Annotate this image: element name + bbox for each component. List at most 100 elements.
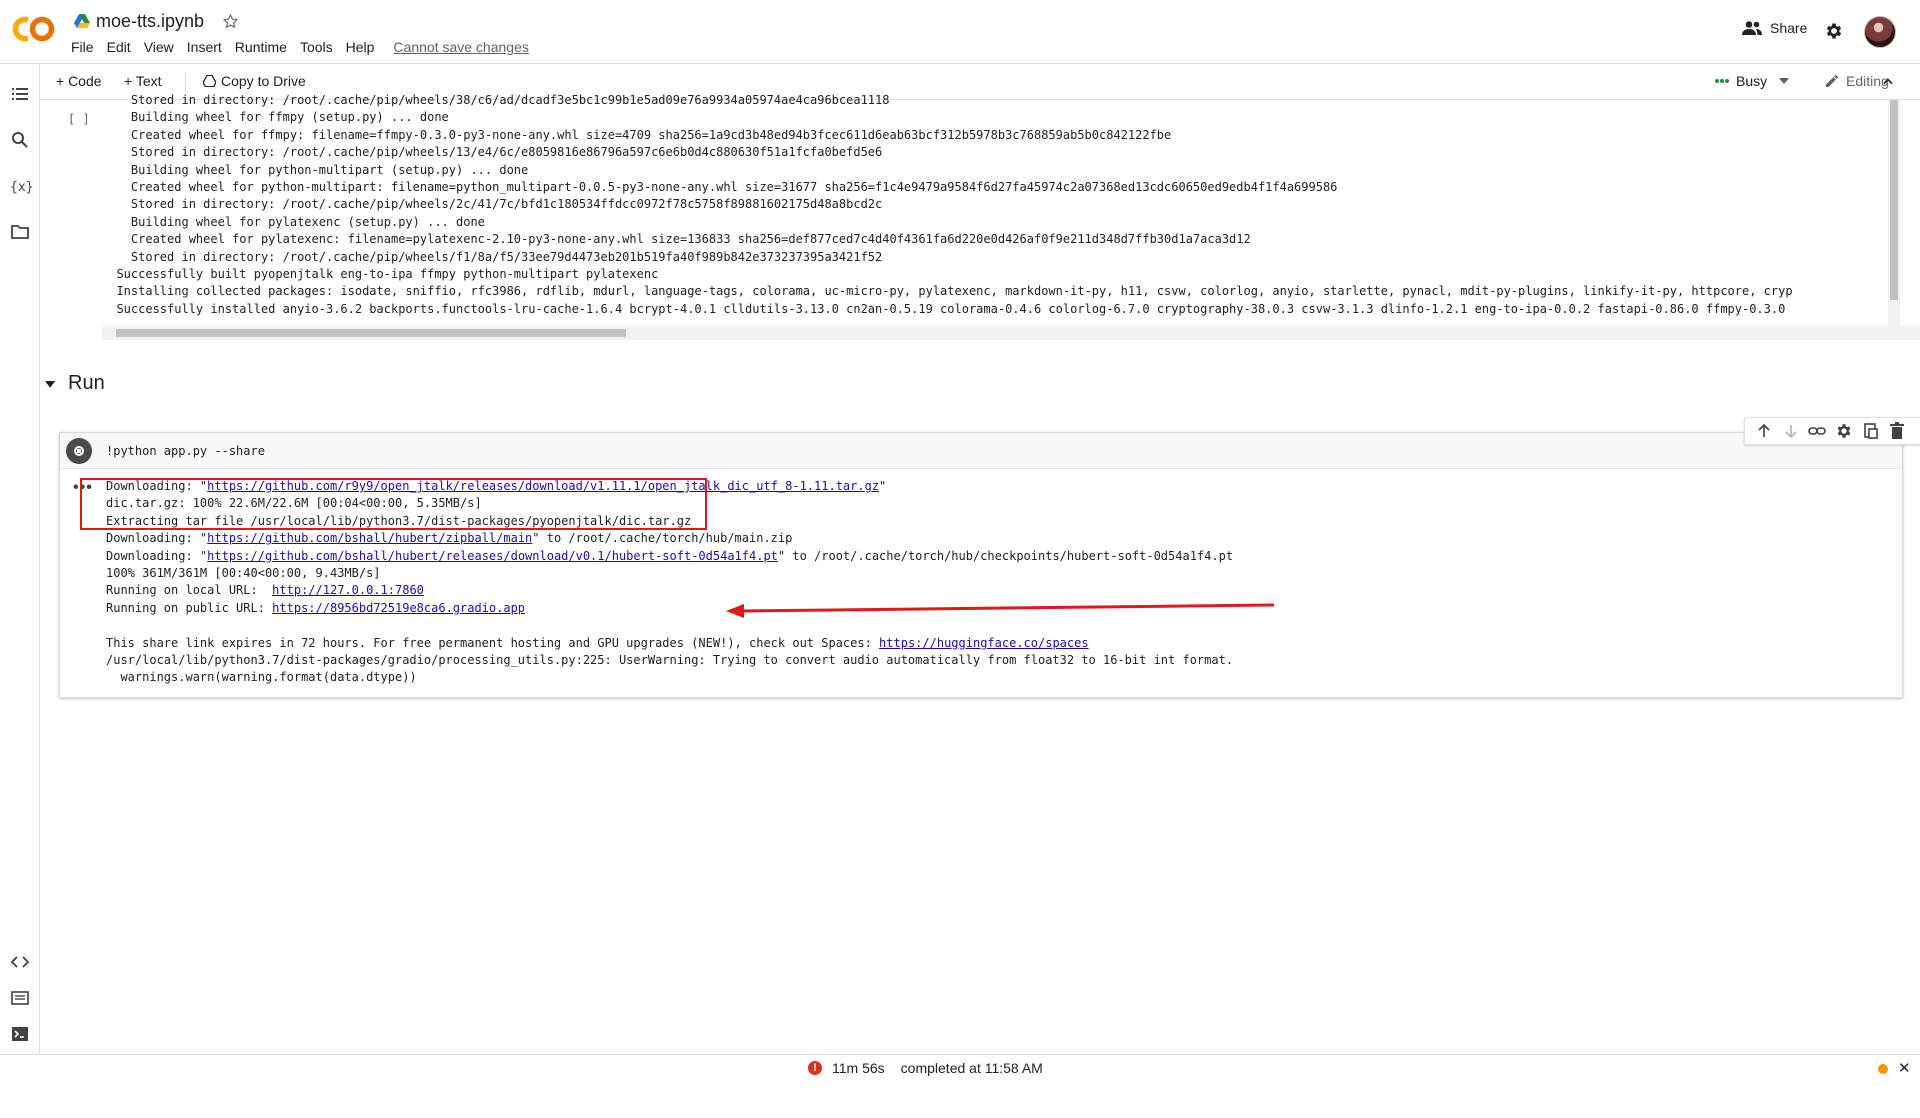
menu-tools[interactable]: Tools bbox=[300, 39, 333, 55]
move-up-icon[interactable] bbox=[1755, 422, 1773, 440]
header-bar: moe-tts.ipynb File Edit View Insert Runt… bbox=[0, 0, 1920, 64]
download-link[interactable]: https://github.com/bshall/hubert/release… bbox=[207, 549, 778, 563]
settings-gear-icon[interactable] bbox=[1824, 21, 1844, 41]
toolbar-divider bbox=[185, 72, 186, 92]
busy-dots-icon bbox=[1714, 78, 1730, 84]
output-line: Created wheel for ffmpy: filename=ffmpy-… bbox=[102, 127, 1172, 142]
menu-file[interactable]: File bbox=[71, 39, 94, 55]
scrollbar-thumb[interactable] bbox=[116, 329, 626, 337]
caret-down-icon bbox=[1779, 78, 1790, 84]
cannot-save-link[interactable]: Cannot save changes bbox=[393, 39, 528, 55]
section-header[interactable]: Run bbox=[44, 372, 105, 395]
link-icon[interactable] bbox=[1808, 422, 1827, 440]
output-line: Building wheel for pylatexenc (setup.py)… bbox=[102, 214, 485, 229]
local-url-link[interactable]: http://127.0.0.1:7860 bbox=[272, 583, 424, 597]
runtime-status-button[interactable]: Busy bbox=[1714, 73, 1790, 89]
output-line: Downloading: "https://github.com/bshall/… bbox=[106, 531, 793, 546]
status-bar: ! 11m 56s completed at 11:58 AM ✕ bbox=[0, 1054, 1920, 1080]
output-line: This share link expires in 72 hours. For… bbox=[106, 635, 1089, 650]
busy-label: Busy bbox=[1736, 73, 1768, 89]
menu-view[interactable]: View bbox=[144, 39, 174, 55]
command-palette-icon[interactable] bbox=[10, 988, 30, 1008]
left-sidebar: {x} bbox=[0, 64, 40, 1054]
notebook-title[interactable]: moe-tts.ipynb bbox=[96, 11, 204, 32]
execution-status[interactable]: ! 11m 56s completed at 11:58 AM bbox=[808, 1060, 1043, 1076]
output-line: Successfully built pyopenjtalk eng-to-ip… bbox=[102, 267, 659, 282]
delete-icon[interactable] bbox=[1888, 422, 1906, 440]
annotation-arrow-icon bbox=[726, 598, 1286, 618]
output-line: Installing collected packages: isodate, … bbox=[102, 284, 1793, 299]
cell-toolbar bbox=[1744, 417, 1920, 445]
notebook-area: [ ] Stored in directory: /root/.cache/pi… bbox=[40, 93, 1920, 1054]
menu-insert[interactable]: Insert bbox=[187, 39, 222, 55]
output-line: Downloading: "https://github.com/bshall/… bbox=[106, 548, 1234, 563]
output-line: Building wheel for python-multipart (set… bbox=[102, 162, 529, 177]
output-line: Stored in directory: /root/.cache/pip/wh… bbox=[102, 197, 883, 212]
folder-icon[interactable] bbox=[10, 222, 30, 242]
scrollbar-thumb[interactable] bbox=[1890, 100, 1898, 300]
drive-icon bbox=[74, 14, 90, 28]
output-line: Stored in directory: /root/.cache/pip/wh… bbox=[102, 93, 890, 107]
table-of-contents-icon[interactable] bbox=[10, 84, 30, 104]
move-down-icon[interactable] bbox=[1782, 422, 1800, 440]
user-avatar[interactable] bbox=[1864, 16, 1896, 48]
elapsed-time: 11m 56s bbox=[832, 1060, 885, 1076]
spaces-link[interactable]: https://huggingface.co/spaces bbox=[879, 636, 1089, 650]
download-link[interactable]: https://github.com/bshall/hubert/zipball… bbox=[207, 531, 532, 545]
add-text-label: + Text bbox=[124, 73, 162, 89]
cell-input[interactable]: !python app.py --share bbox=[60, 433, 1902, 469]
stop-execution-button[interactable] bbox=[66, 438, 92, 464]
public-url-link[interactable]: https://8956bd72519e8ca6.gradio.app bbox=[272, 601, 525, 615]
mirror-cell-icon[interactable] bbox=[1862, 422, 1880, 440]
completed-time: completed at 11:58 AM bbox=[900, 1060, 1043, 1076]
url-highlight-box bbox=[80, 478, 707, 530]
output-line: warnings.warn(warning.format(data.dtype)… bbox=[106, 670, 417, 685]
drive-outline-icon bbox=[203, 75, 216, 87]
error-icon: ! bbox=[808, 1061, 822, 1075]
output-horizontal-scrollbar[interactable] bbox=[102, 326, 1920, 340]
chevron-up-icon bbox=[1878, 72, 1898, 92]
output-line: 100% 361M/361M [00:40<00:00, 9.43MB/s] bbox=[106, 566, 381, 581]
output-line: Building wheel for ffmpy (setup.py) ... … bbox=[102, 110, 449, 125]
output-line: Stored in directory: /root/.cache/pip/wh… bbox=[102, 249, 883, 264]
search-icon[interactable] bbox=[10, 130, 30, 150]
variables-icon[interactable]: {x} bbox=[10, 176, 32, 196]
output-line: Successfully installed anyio-3.6.2 backp… bbox=[102, 301, 1786, 316]
people-icon bbox=[1742, 20, 1762, 36]
section-title: Run bbox=[68, 372, 105, 394]
output-vertical-scrollbar[interactable] bbox=[1888, 100, 1900, 326]
close-icon[interactable]: ✕ bbox=[1898, 1059, 1911, 1077]
colab-logo-icon[interactable] bbox=[12, 14, 56, 44]
stop-icon bbox=[74, 446, 84, 456]
share-button[interactable]: Share bbox=[1742, 20, 1807, 36]
share-label: Share bbox=[1770, 20, 1808, 36]
caret-down-icon[interactable] bbox=[44, 380, 56, 388]
more-vert-icon[interactable] bbox=[1915, 422, 1920, 440]
collapse-header-button[interactable] bbox=[1878, 72, 1898, 92]
output-line: Created wheel for python-multipart: file… bbox=[102, 180, 1338, 195]
copy-to-drive-button[interactable]: Copy to Drive bbox=[203, 73, 306, 89]
menu-runtime[interactable]: Runtime bbox=[235, 39, 287, 55]
menu-help[interactable]: Help bbox=[346, 39, 375, 55]
copy-to-drive-label: Copy to Drive bbox=[221, 73, 306, 89]
code-snippets-icon[interactable] bbox=[10, 952, 30, 972]
output-line: Created wheel for pylatexenc: filename=p… bbox=[102, 232, 1251, 247]
add-code-button[interactable]: + Code bbox=[56, 73, 102, 89]
terminal-icon[interactable] bbox=[10, 1024, 30, 1044]
output-line: Stored in directory: /root/.cache/pip/wh… bbox=[102, 145, 883, 160]
cell-run-indicator[interactable]: [ ] bbox=[68, 112, 90, 126]
code-cell[interactable]: !python app.py --share ••• Downloading: … bbox=[59, 432, 1903, 698]
title-row: moe-tts.ipynb bbox=[74, 10, 239, 32]
status-indicator-dot bbox=[1878, 1064, 1888, 1074]
menu-bar: File Edit View Insert Runtime Tools Help… bbox=[71, 39, 529, 55]
pencil-icon bbox=[1824, 73, 1840, 89]
output-line: /usr/local/lib/python3.7/dist-packages/g… bbox=[106, 653, 1234, 668]
star-icon[interactable] bbox=[222, 13, 239, 30]
add-text-button[interactable]: + Text bbox=[124, 73, 162, 89]
cell1-output: Stored in directory: /root/.cache/pip/wh… bbox=[102, 92, 1920, 324]
cell-code[interactable]: !python app.py --share bbox=[106, 443, 265, 460]
svg-text:{x}: {x} bbox=[10, 180, 32, 195]
cell-settings-gear-icon[interactable] bbox=[1835, 422, 1853, 440]
add-code-label: + Code bbox=[56, 73, 102, 89]
menu-edit[interactable]: Edit bbox=[107, 39, 131, 55]
